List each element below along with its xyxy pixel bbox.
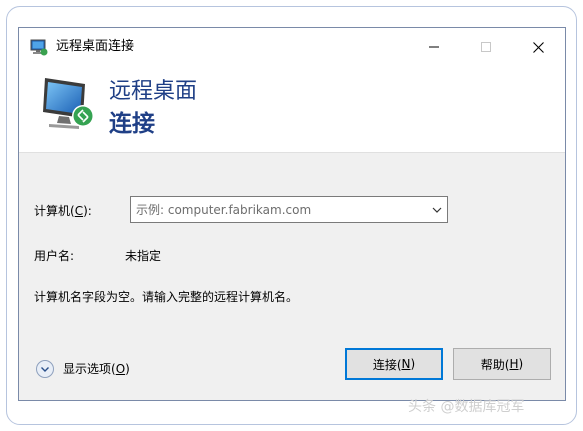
header-banner: 远程桌面 连接 — [19, 66, 565, 153]
remote-desktop-dialog: 远程桌面连接 远程桌面 连接 计算机(C): 示例: computer.fabr… — [18, 27, 566, 401]
minimize-icon — [429, 46, 439, 48]
computer-input[interactable]: 示例: computer.fabrikam.com — [136, 202, 311, 218]
chevron-down-icon[interactable] — [432, 205, 442, 215]
close-button[interactable] — [515, 28, 561, 66]
close-icon — [532, 41, 544, 53]
banner-title-line2: 连接 — [109, 111, 155, 137]
banner-title-line1: 远程桌面 — [109, 79, 198, 104]
computer-combobox[interactable]: 示例: computer.fabrikam.com — [130, 196, 448, 223]
watermark-text: 头条 @数据库冠军 — [408, 399, 525, 415]
connect-button[interactable]: 连接(N) — [345, 348, 443, 380]
maximize-icon — [481, 42, 491, 52]
maximize-button[interactable] — [463, 28, 509, 66]
title-bar[interactable]: 远程桌面连接 — [19, 28, 565, 66]
show-options-toggle[interactable] — [35, 359, 55, 379]
help-button[interactable]: 帮助(H) — [453, 348, 551, 380]
status-message: 计算机名字段为空。请输入完整的远程计算机名。 — [34, 290, 299, 304]
window-title: 远程桌面连接 — [56, 39, 135, 54]
username-label: 用户名: — [34, 249, 75, 263]
username-value: 未指定 — [125, 249, 162, 263]
minimize-button[interactable] — [411, 28, 457, 66]
remote-desktop-monitor-icon — [43, 78, 94, 129]
show-options-label[interactable]: 显示选项(O) — [63, 361, 130, 377]
remote-desktop-app-icon — [30, 39, 48, 56]
computer-label: 计算机(C): — [34, 204, 92, 218]
